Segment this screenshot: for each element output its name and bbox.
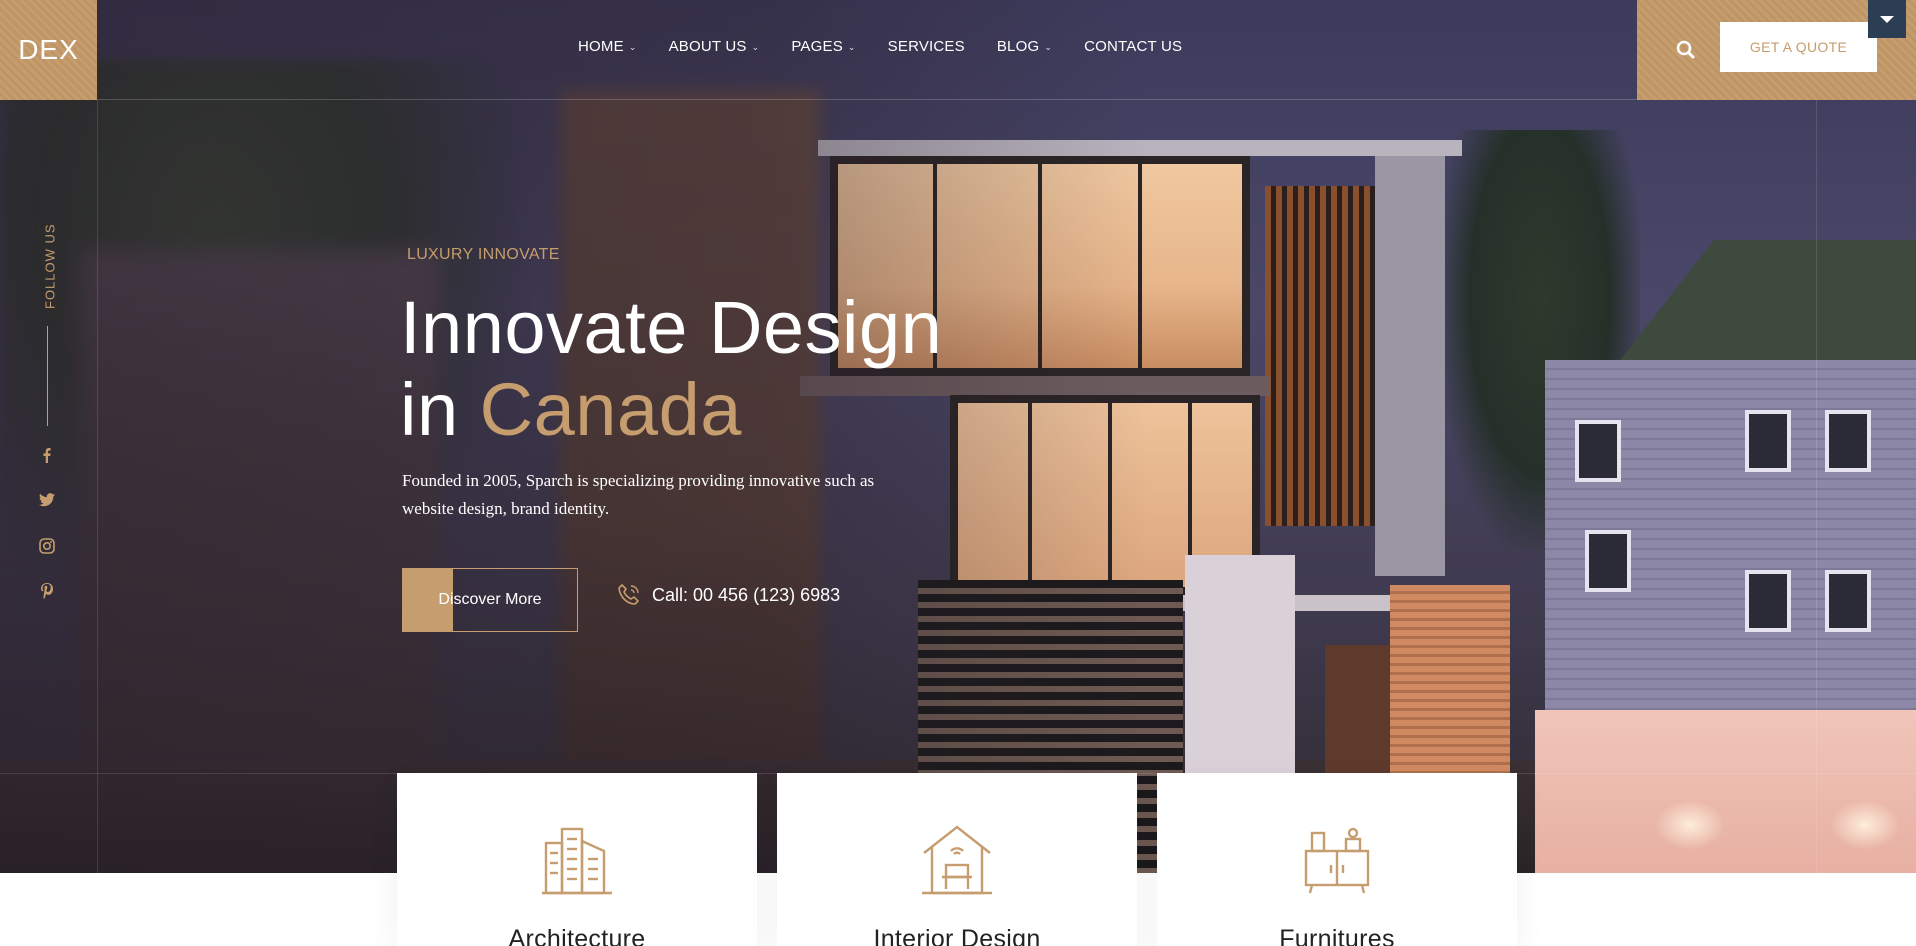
building-icon <box>542 827 612 895</box>
search-button[interactable] <box>1672 36 1700 64</box>
dropdown-toggle[interactable] <box>1868 0 1906 38</box>
nav-item-blog[interactable]: BLOG ⌄ <box>997 38 1052 55</box>
logo[interactable]: DEX <box>0 0 97 100</box>
nav-label: CONTACT US <box>1084 38 1183 55</box>
chevron-down-icon: ⌄ <box>628 42 637 52</box>
cabinet-icon <box>1304 827 1370 894</box>
nav-item-home[interactable]: HOME ⌄ <box>578 38 637 55</box>
chevron-down-icon: ⌄ <box>1044 42 1053 52</box>
hero-eyebrow: LUXURY INNOVATE <box>407 246 560 263</box>
call-label: Call: 00 456 (123) 6983 <box>652 584 841 605</box>
nav-label: HOME <box>578 38 624 55</box>
chevron-down-icon: ⌄ <box>847 42 856 52</box>
nav-label: SERVICES <box>887 38 965 55</box>
hero-title-line2-prefix: in <box>400 368 480 451</box>
service-title: Architecture <box>508 925 646 946</box>
pinterest-icon[interactable] <box>36 580 58 602</box>
chevron-down-icon: ⌄ <box>751 42 760 52</box>
nav-label: BLOG <box>996 38 1040 55</box>
phone-icon <box>618 584 639 605</box>
twitter-icon[interactable] <box>36 489 58 511</box>
facebook-icon[interactable] <box>36 444 58 466</box>
follow-us-label: FOLLOW US <box>42 223 58 309</box>
nav-item-services[interactable]: SERVICES <box>888 38 965 55</box>
hero-title-accent: Canada <box>479 368 742 451</box>
service-title: Furnitures <box>1279 925 1395 946</box>
search-icon <box>1676 40 1695 59</box>
site-header: DEX HOME ⌄ ABOUT US ⌄ PAGES ⌄ SERVICES B… <box>0 0 1916 100</box>
get-a-quote-button[interactable]: GET A QUOTE <box>1720 22 1877 72</box>
nav-label: ABOUT US <box>668 38 747 55</box>
instagram-icon[interactable] <box>36 535 58 557</box>
caret-down-icon <box>1880 15 1894 23</box>
home-interior-icon <box>922 825 992 895</box>
nav-label: PAGES <box>791 38 843 55</box>
follow-divider <box>47 326 48 426</box>
main-nav: HOME ⌄ ABOUT US ⌄ PAGES ⌄ SERVICES BLOG … <box>578 38 1214 55</box>
hero-background <box>0 0 1916 873</box>
nav-item-pages[interactable]: PAGES ⌄ <box>791 38 855 55</box>
hero-description: Founded in 2005, Sparch is specializing … <box>402 471 875 518</box>
service-card-interior-design[interactable]: Interior Design <box>777 773 1137 946</box>
hero-title: Innovate Design in Canada <box>400 287 942 451</box>
service-card-architecture[interactable]: Architecture <box>397 773 757 946</box>
nav-item-contact[interactable]: CONTACT US <box>1084 38 1182 55</box>
service-title: Interior Design <box>873 925 1041 946</box>
discover-more-button[interactable]: Discover More <box>402 568 578 632</box>
call-link[interactable]: Call: 00 456 (123) 6983 <box>616 582 840 608</box>
hero-title-line1: Innovate Design <box>400 286 943 369</box>
service-card-furnitures[interactable]: Furnitures <box>1157 773 1517 946</box>
nav-item-about[interactable]: ABOUT US ⌄ <box>669 38 760 55</box>
